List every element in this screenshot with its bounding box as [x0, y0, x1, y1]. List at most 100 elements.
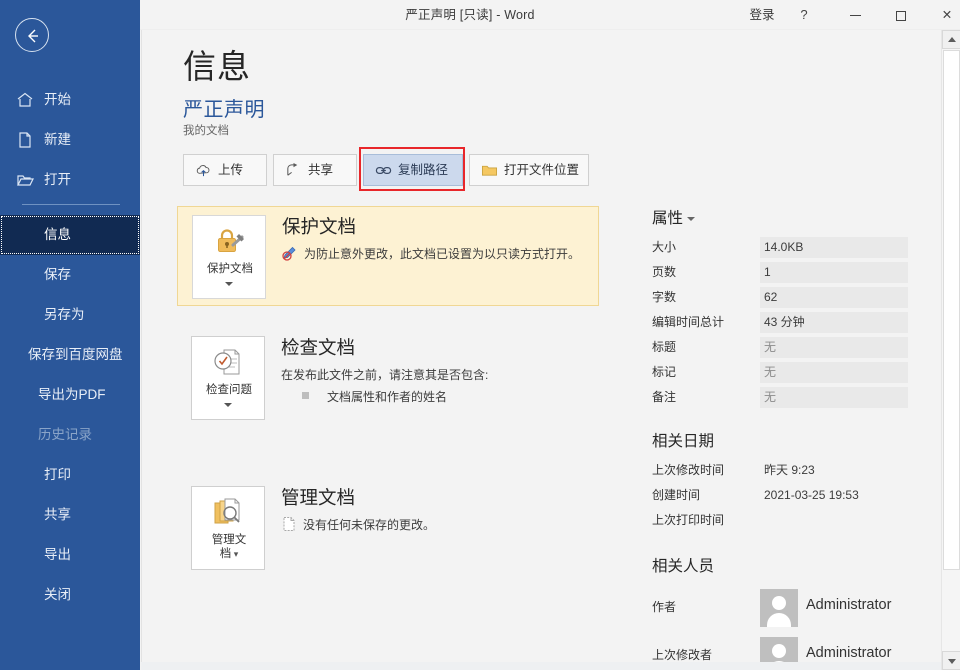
bottom-strip — [141, 662, 941, 670]
protect-document-button[interactable]: 保护文档 — [192, 215, 266, 299]
minimize-icon — [850, 15, 861, 16]
sidebar-item-label: 保存到百度网盘 — [28, 335, 123, 375]
document-icon — [281, 516, 297, 532]
property-value[interactable]: 无 — [760, 387, 908, 408]
manage-button-label-line1: 管理文 — [212, 534, 247, 546]
date-row-last-printed: 上次打印时间 — [652, 509, 912, 534]
check-for-issues-button[interactable]: 检查问题 — [191, 336, 265, 420]
sidebar-item-close[interactable]: 关闭 — [0, 575, 140, 615]
sidebar-item-info[interactable]: 信息 — [0, 215, 140, 255]
sidebar-item-label: 关闭 — [44, 575, 71, 615]
scrollbar-thumb[interactable] — [943, 50, 960, 570]
folder-icon — [481, 162, 498, 179]
manage-card-title: 管理文档 — [281, 484, 355, 510]
word-backstage-info-window: 严正声明 [只读] - Word 登录 ? ✕ 开始 新建 — [0, 0, 960, 670]
sidebar-item-save-as[interactable]: 另存为 — [0, 295, 140, 335]
date-key: 上次打印时间 — [652, 509, 756, 531]
property-row-title: 标题 无 — [652, 336, 912, 361]
property-value[interactable]: 无 — [760, 337, 908, 358]
scroll-down-button[interactable] — [942, 651, 960, 670]
sidebar-divider — [22, 204, 120, 205]
sidebar-item-save[interactable]: 保存 — [0, 255, 140, 295]
property-row-tags: 标记 无 — [652, 361, 912, 386]
property-key: 标题 — [652, 336, 756, 358]
scroll-up-button[interactable] — [942, 30, 960, 49]
vertical-scrollbar[interactable] — [941, 30, 960, 670]
avatar-head — [772, 596, 786, 610]
open-folder-icon — [16, 171, 34, 189]
share-button[interactable]: 共享 — [273, 154, 357, 186]
property-row-pages: 页数 1 — [652, 261, 912, 286]
property-value[interactable]: 1 — [760, 262, 908, 283]
property-key: 备注 — [652, 386, 756, 408]
action-label: 上传 — [218, 155, 243, 185]
close-button[interactable]: ✕ — [924, 0, 960, 30]
date-row-last-modified: 上次修改时间 昨天 9:23 — [652, 459, 912, 484]
date-value: 昨天 9:23 — [760, 460, 908, 481]
inspect-card-title: 检查文档 — [281, 334, 355, 360]
sidebar-item-label: 另存为 — [44, 295, 85, 335]
date-value: 2021-03-25 19:53 — [760, 485, 908, 506]
sidebar-item-label: 导出 — [44, 535, 71, 575]
backstage-content: 信息 严正声明 我的文档 上传 共享 — [141, 30, 941, 670]
manage-document-icon — [211, 497, 245, 529]
properties-column: 属性 大小 14.0KB 页数 1 字数 62 编辑时间总计 43 分钟 标题 … — [652, 206, 912, 670]
sidebar-item-save-to-baidu[interactable]: 保存到百度网盘 — [0, 335, 140, 375]
help-icon[interactable]: ? — [784, 0, 824, 30]
property-row-words: 字数 62 — [652, 286, 912, 311]
properties-heading-label: 属性 — [652, 210, 683, 227]
backstage-sidebar: 开始 新建 打开 信息 保存 另存为 保存到百度网盘 — [0, 0, 140, 670]
chevron-down-icon[interactable] — [687, 217, 695, 221]
sidebar-item-home[interactable]: 开始 — [0, 80, 140, 120]
person-key: 上次修改者 — [652, 646, 752, 663]
maximize-button[interactable] — [878, 0, 924, 30]
document-path: 我的文档 — [183, 122, 229, 138]
action-label: 共享 — [308, 155, 333, 185]
chevron-down-icon[interactable] — [224, 403, 232, 407]
person-key: 作者 — [652, 598, 752, 615]
properties-heading[interactable]: 属性 — [652, 206, 912, 228]
inspect-document-icon — [211, 347, 245, 379]
chevron-down-icon[interactable] — [225, 282, 233, 286]
sidebar-item-export[interactable]: 导出 — [0, 535, 140, 575]
person-name[interactable]: Administrator — [806, 645, 891, 661]
pencil-blocked-icon — [282, 245, 298, 261]
manage-document-button[interactable]: 管理文 档 ▾ — [191, 486, 265, 570]
property-value[interactable]: 62 — [760, 287, 908, 308]
sidebar-item-label: 历史记录 — [38, 415, 92, 455]
sidebar-item-history: 历史记录 — [0, 415, 140, 455]
protect-document-card: 保护文档 保护文档 为防止意外更改，此文档已设置为以只读方式打开。 — [177, 206, 599, 306]
open-file-location-button[interactable]: 打开文件位置 — [469, 154, 589, 186]
property-row-size: 大小 14.0KB — [652, 236, 912, 261]
home-icon — [16, 91, 34, 109]
chevron-down-icon[interactable]: ▾ — [231, 549, 238, 559]
minimize-button[interactable] — [832, 0, 878, 30]
copy-path-button[interactable]: 复制路径 — [363, 154, 463, 186]
person-name[interactable]: Administrator — [806, 597, 891, 613]
back-button[interactable] — [15, 18, 49, 52]
sidebar-item-label: 导出为PDF — [38, 375, 106, 415]
avatar — [760, 589, 798, 627]
bullet-label: 文档属性和作者的姓名 — [327, 388, 447, 405]
sidebar-item-print[interactable]: 打印 — [0, 455, 140, 495]
dates-heading: 相关日期 — [652, 429, 912, 451]
sidebar-item-share[interactable]: 共享 — [0, 495, 140, 535]
property-value[interactable]: 14.0KB — [760, 237, 908, 258]
inspect-card-description: 在发布此文件之前，请注意其是否包含: — [281, 366, 591, 384]
property-value[interactable]: 无 — [760, 362, 908, 383]
sidebar-item-export-pdf[interactable]: 导出为PDF — [0, 375, 140, 415]
sidebar-item-open[interactable]: 打开 — [0, 160, 140, 200]
date-value — [760, 510, 908, 531]
sidebar-item-new[interactable]: 新建 — [0, 120, 140, 160]
title-bar: 严正声明 [只读] - Word 登录 ? ✕ — [140, 0, 960, 30]
new-document-icon — [16, 131, 34, 149]
document-name[interactable]: 严正声明 — [183, 93, 265, 122]
sign-in-button[interactable]: 登录 — [732, 0, 792, 30]
property-value[interactable]: 43 分钟 — [760, 312, 908, 333]
caret-down-icon — [948, 659, 956, 664]
property-key: 大小 — [652, 236, 756, 258]
upload-button[interactable]: 上传 — [183, 154, 267, 186]
bullet-square-icon — [302, 392, 309, 399]
property-key: 页数 — [652, 261, 756, 283]
protect-card-title: 保护文档 — [282, 213, 356, 239]
